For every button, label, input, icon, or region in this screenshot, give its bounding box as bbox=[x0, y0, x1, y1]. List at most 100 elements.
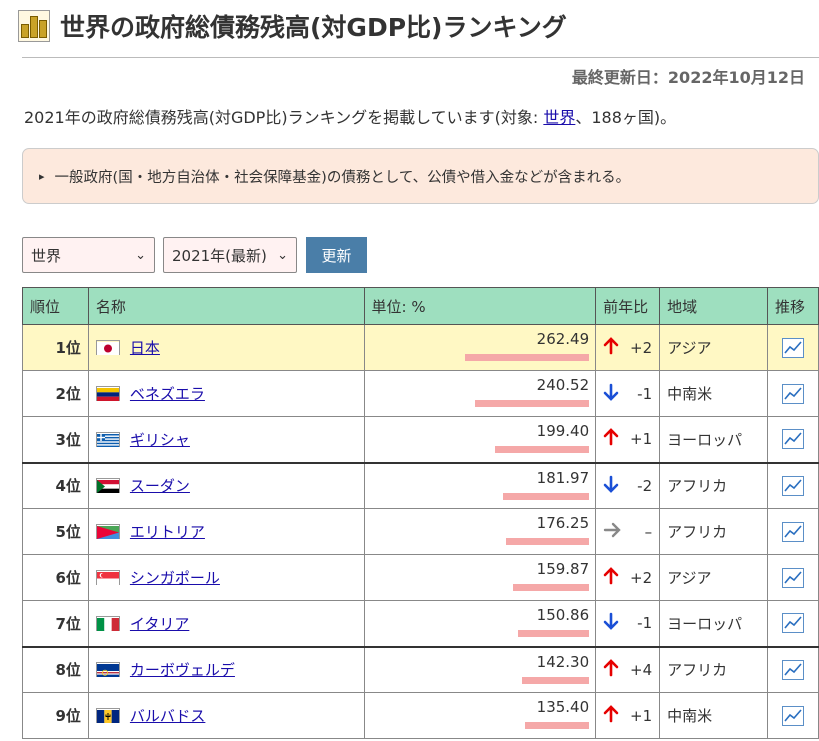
value-bar bbox=[465, 354, 590, 361]
value-text: 150.86 bbox=[536, 606, 590, 624]
trend-cell bbox=[766, 416, 819, 464]
value-cell: 199.40 bbox=[363, 416, 597, 464]
page-title: 世界の政府総債務残高(対GDP比)ランキング bbox=[60, 13, 567, 42]
value-bar bbox=[525, 722, 590, 729]
arrow-up-icon bbox=[603, 658, 619, 681]
arrow-down-icon bbox=[603, 612, 619, 634]
japan-flag-icon bbox=[95, 340, 120, 355]
region-cell: アフリカ bbox=[659, 462, 768, 509]
page-description: 2021年の政府総債務残高(対GDP比)ランキングを掲載しています(対象: 世界… bbox=[24, 104, 676, 128]
trend-cell bbox=[766, 462, 819, 509]
table-row: 9位 バルバドス 135.40 +1 中南米 bbox=[22, 692, 819, 739]
trend-cell bbox=[766, 370, 819, 417]
trend-chart-icon[interactable] bbox=[781, 521, 804, 542]
value-cell: 159.87 bbox=[363, 554, 597, 601]
country-link[interactable]: ベネズエラ bbox=[130, 383, 205, 404]
chevron-down-icon: ⌄ bbox=[135, 247, 146, 263]
change-text: +2 bbox=[630, 568, 653, 587]
trend-cell bbox=[766, 646, 819, 693]
value-text: 240.52 bbox=[536, 376, 590, 394]
country-cell: イタリア bbox=[87, 600, 365, 648]
trend-chart-icon[interactable] bbox=[781, 705, 804, 726]
country-link[interactable]: エリトリア bbox=[130, 521, 205, 542]
trend-chart-icon[interactable] bbox=[781, 337, 804, 358]
trend-chart-icon[interactable] bbox=[781, 429, 804, 450]
value-text: 142.30 bbox=[536, 652, 590, 671]
country-link[interactable]: バルバドス bbox=[130, 705, 205, 726]
year-select[interactable]: 2021年(最新) ⌄ bbox=[163, 237, 297, 273]
table-row: 5位 エリトリア 176.25 – アフリカ bbox=[22, 508, 819, 555]
region-cell: ヨーロッパ bbox=[659, 600, 768, 648]
value-bar bbox=[522, 676, 590, 684]
rank-cell: 9位 bbox=[22, 692, 89, 739]
region-select-value: 世界 bbox=[31, 246, 62, 265]
col-trend-header: 推移 bbox=[766, 287, 819, 325]
trend-cell bbox=[766, 324, 819, 371]
rank-cell: 2位 bbox=[22, 370, 89, 417]
table-header-row: 順位 名称 単位: % 前年比 地域 推移 bbox=[22, 287, 819, 325]
table-row: 2位 ベネズエラ 240.52 -1 中南米 bbox=[22, 370, 819, 417]
value-text: 181.97 bbox=[536, 468, 590, 487]
value-bar bbox=[495, 446, 590, 453]
change-cell: +1 bbox=[595, 416, 661, 464]
country-link[interactable]: スーダン bbox=[130, 475, 190, 496]
change-cell: +2 bbox=[595, 554, 661, 601]
arrow-down-icon bbox=[603, 475, 619, 497]
last-updated: 最終更新日：2022年10月12日 bbox=[571, 68, 805, 87]
value-text: 199.40 bbox=[536, 422, 590, 440]
cabo-verde-flag-icon bbox=[95, 662, 120, 678]
col-value-header: 単位: % bbox=[363, 287, 597, 325]
country-cell: シンガポール bbox=[87, 554, 365, 601]
info-note: ▸ 一般政府(国・地方自治体・社会保障基金)の債務として、公債や借入金などが含ま… bbox=[22, 148, 819, 204]
value-cell: 135.40 bbox=[363, 692, 597, 739]
change-text: +4 bbox=[630, 660, 653, 679]
italy-flag-icon bbox=[95, 615, 120, 631]
table-row: 1位 日本 262.49 +2 アジア bbox=[22, 324, 819, 371]
value-cell: 262.49 bbox=[363, 324, 597, 371]
country-cell: カーボヴェルデ bbox=[87, 646, 365, 693]
country-link[interactable]: シンガポール bbox=[130, 567, 220, 588]
rank-cell: 3位 bbox=[22, 416, 89, 464]
value-bar bbox=[513, 584, 590, 591]
value-cell: 150.86 bbox=[363, 600, 597, 648]
ranking-table: 順位 名称 単位: % 前年比 地域 推移 1位 日本 262.49 +2 アジア 2位 ベ… bbox=[22, 287, 819, 739]
table-row: 4位 スーダン 181.97 -2 アフリカ bbox=[22, 462, 819, 509]
trend-chart-icon[interactable] bbox=[781, 383, 804, 404]
change-cell: +4 bbox=[595, 646, 661, 693]
value-cell: 240.52 bbox=[363, 370, 597, 417]
change-cell: +2 bbox=[595, 324, 661, 371]
value-text: 262.49 bbox=[536, 330, 590, 348]
change-cell: – bbox=[595, 508, 661, 555]
table-row: 7位 イタリア 150.86 -1 ヨーロッパ bbox=[22, 600, 819, 648]
singapore-flag-icon bbox=[95, 570, 120, 585]
value-bar bbox=[506, 538, 590, 545]
trend-chart-icon[interactable] bbox=[781, 659, 804, 680]
region-cell: アフリカ bbox=[659, 508, 768, 555]
world-link[interactable]: 世界 bbox=[543, 108, 575, 127]
country-cell: ギリシャ bbox=[87, 416, 365, 464]
trend-cell bbox=[766, 600, 819, 648]
region-cell: 中南米 bbox=[659, 370, 768, 417]
update-button[interactable]: 更新 bbox=[306, 237, 367, 273]
country-link[interactable]: ギリシャ bbox=[130, 429, 190, 450]
trend-chart-icon[interactable] bbox=[781, 475, 804, 496]
region-select[interactable]: 世界 ⌄ bbox=[22, 237, 155, 273]
trend-cell bbox=[766, 554, 819, 601]
change-cell: -1 bbox=[595, 600, 661, 648]
description-text-after: 、188ヶ国)。 bbox=[575, 108, 677, 127]
rank-cell: 4位 bbox=[22, 462, 89, 509]
country-link[interactable]: 日本 bbox=[130, 337, 160, 358]
arrow-up-icon bbox=[603, 566, 619, 589]
country-link[interactable]: カーボヴェルデ bbox=[130, 659, 235, 680]
trend-chart-icon[interactable] bbox=[781, 567, 804, 588]
rank-cell: 8位 bbox=[22, 646, 89, 693]
value-cell: 181.97 bbox=[363, 462, 597, 509]
value-text: 176.25 bbox=[536, 514, 590, 532]
region-cell: アジア bbox=[659, 324, 768, 371]
trend-cell bbox=[766, 692, 819, 739]
region-cell: アフリカ bbox=[659, 646, 768, 693]
title-divider bbox=[22, 57, 819, 58]
trend-chart-icon[interactable] bbox=[781, 613, 804, 634]
page-header: 世界の政府総債務残高(対GDP比)ランキング bbox=[18, 6, 567, 46]
country-link[interactable]: イタリア bbox=[130, 613, 189, 634]
